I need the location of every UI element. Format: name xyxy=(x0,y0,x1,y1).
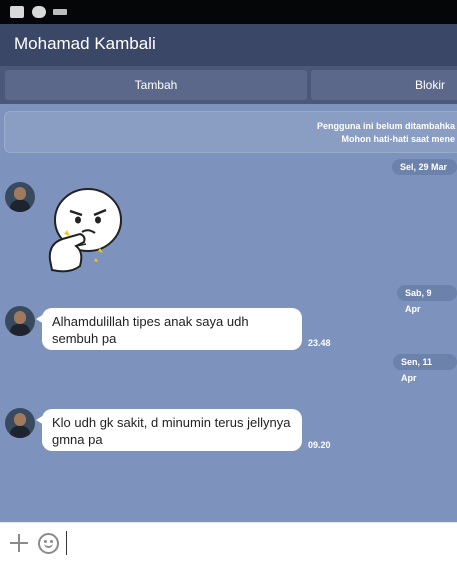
status-bar xyxy=(0,0,457,24)
unknown-user-notice: Pengguna ini belum ditambahka Mohon hati… xyxy=(4,111,457,153)
date-separator: Sel, 29 Mar xyxy=(392,159,457,175)
message-time: 09.20 xyxy=(308,440,331,450)
line-icon xyxy=(32,6,46,18)
action-bar: Tambah Blokir xyxy=(0,66,457,104)
add-friend-button[interactable]: Tambah xyxy=(5,70,307,100)
sim-icon xyxy=(10,6,24,18)
avatar[interactable] xyxy=(5,408,35,438)
chat-header: Mohamad Kambali xyxy=(0,24,457,66)
message-input[interactable] xyxy=(66,531,446,555)
avatar[interactable] xyxy=(5,306,35,336)
message-time: 23.48 xyxy=(308,338,331,348)
avatar[interactable] xyxy=(5,182,35,212)
sticker-image xyxy=(40,178,125,276)
contact-name: Mohamad Kambali xyxy=(14,34,156,53)
keyboard-icon xyxy=(53,9,67,15)
message-bubble[interactable]: Alhamdulillah tipes anak saya udh sembuh… xyxy=(36,308,302,350)
notice-line-1: Pengguna ini belum ditambahka xyxy=(316,121,455,131)
plus-icon[interactable] xyxy=(9,533,29,553)
message-bubble[interactable]: Klo udh gk sakit, d minumin terus jellyn… xyxy=(36,409,302,451)
thinking-brown-sticker[interactable] xyxy=(40,178,125,276)
message-input-bar xyxy=(0,522,457,562)
emoji-mouth xyxy=(44,543,53,548)
date-separator: Sen, 11 Apr xyxy=(393,354,457,383)
date-separator: Sab, 9 Apr xyxy=(397,285,457,314)
notice-line-2: Mohon hati-hati saat mene xyxy=(341,134,455,144)
block-button[interactable]: Blokir xyxy=(311,70,457,100)
emoji-icon[interactable] xyxy=(38,533,59,554)
